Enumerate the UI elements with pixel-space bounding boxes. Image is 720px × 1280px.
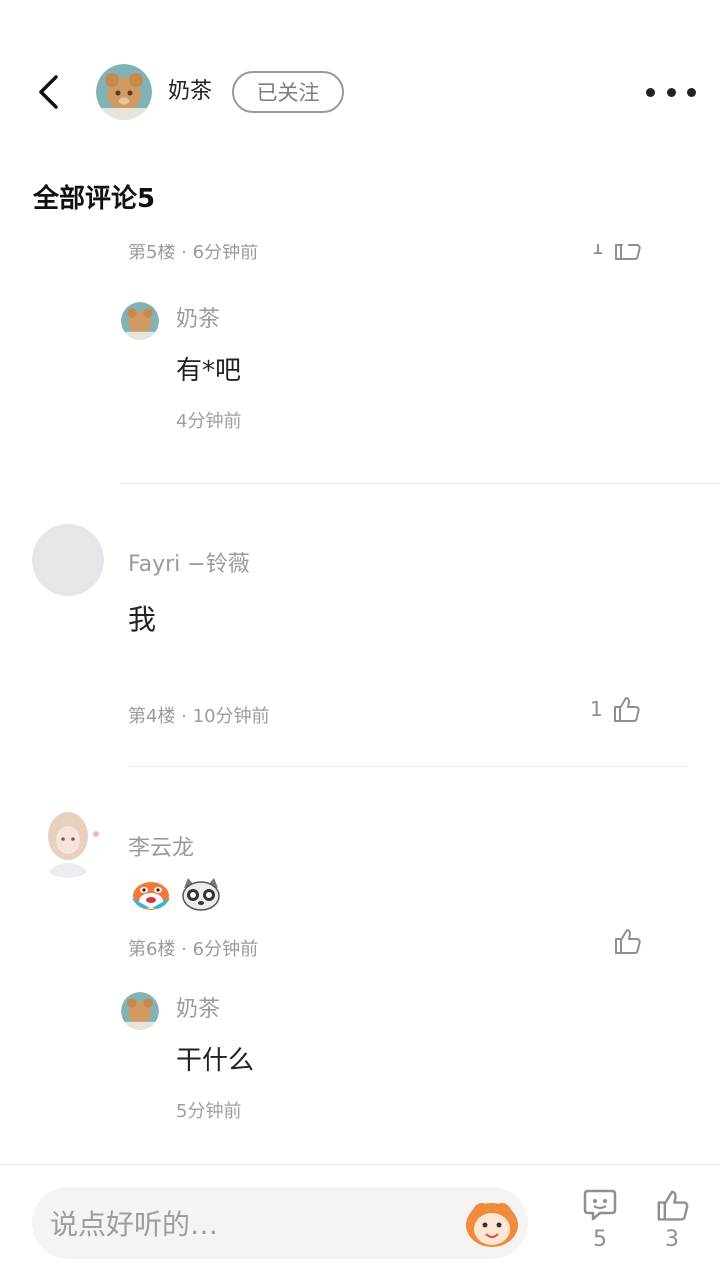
like-button[interactable]: 1 bbox=[590, 694, 641, 724]
comment-meta: 第4楼 · 10分钟前 bbox=[128, 706, 270, 727]
reply-text: 干什么 bbox=[176, 1046, 255, 1076]
comment-bubble-icon bbox=[583, 1189, 617, 1221]
partial-comment-meta: 第5楼 · 6分钟前 1 bbox=[128, 244, 648, 264]
comment-count: 5 bbox=[593, 1227, 607, 1252]
back-button[interactable] bbox=[28, 72, 68, 112]
like-count: 3 bbox=[665, 1227, 679, 1252]
more-options-button[interactable] bbox=[646, 76, 696, 108]
reply-time: 5分钟前 bbox=[176, 1101, 242, 1122]
comment-text: 我 bbox=[128, 603, 157, 636]
comments-action[interactable]: 5 bbox=[570, 1187, 630, 1252]
chevron-left-icon bbox=[39, 75, 58, 109]
comment-emojis bbox=[128, 876, 224, 912]
divider bbox=[120, 483, 720, 484]
reply-time: 4分钟前 bbox=[176, 411, 242, 432]
like-count: 1 bbox=[591, 244, 604, 259]
avatar[interactable] bbox=[96, 64, 152, 120]
comment-meta: 第5楼 · 6分钟前 bbox=[128, 244, 259, 263]
thumbs-up-icon bbox=[657, 1190, 689, 1221]
thumbs-up-icon bbox=[615, 244, 641, 260]
avatar[interactable] bbox=[32, 806, 104, 878]
comment-meta: 第6楼 · 6分钟前 bbox=[128, 939, 259, 960]
like-count: 1 bbox=[590, 697, 603, 721]
divider bbox=[128, 766, 686, 767]
like-button[interactable] bbox=[612, 926, 642, 956]
reply-user-name[interactable]: 奶茶 bbox=[176, 301, 220, 333]
comment-input-placeholder: 说点好听的… bbox=[50, 1208, 219, 1241]
more-dot bbox=[666, 87, 676, 97]
header-user-name[interactable]: 奶茶 bbox=[168, 76, 212, 108]
like-action[interactable]: 3 bbox=[642, 1187, 702, 1252]
reply-text: 有*吧 bbox=[176, 356, 242, 386]
top-bar: 奶茶 已关注 bbox=[0, 56, 720, 128]
thumbs-up-icon bbox=[615, 929, 641, 954]
more-dot bbox=[646, 87, 655, 97]
follow-button[interactable]: 已关注 bbox=[232, 71, 344, 113]
mascot-emoji-icon[interactable] bbox=[464, 1197, 520, 1249]
reply-avatar[interactable] bbox=[121, 992, 159, 1030]
avatar[interactable] bbox=[32, 524, 104, 596]
like-button[interactable]: 1 bbox=[591, 244, 642, 262]
comment-user-name[interactable]: 李云龙 bbox=[128, 830, 194, 862]
comment-page: 奶茶 已关注 全部评论5 第5楼 · 6分钟前 1 奶茶 有*吧 4分钟前 Fa… bbox=[0, 0, 720, 1280]
raccoon-emoji-icon bbox=[182, 878, 220, 911]
comment-input[interactable]: 说点好听的… bbox=[32, 1187, 528, 1259]
comment-user-name[interactable]: Fayri −铃薇 bbox=[128, 546, 250, 578]
crying-emoji-icon bbox=[132, 882, 170, 910]
reply-user-name[interactable]: 奶茶 bbox=[176, 991, 220, 1023]
more-dot bbox=[687, 87, 696, 97]
comments-section-title: 全部评论5 bbox=[33, 184, 156, 214]
bottom-comment-bar: 说点好听的… 5 3 bbox=[0, 1164, 720, 1280]
reply-avatar[interactable] bbox=[121, 302, 159, 340]
thumbs-up-icon bbox=[613, 697, 640, 722]
